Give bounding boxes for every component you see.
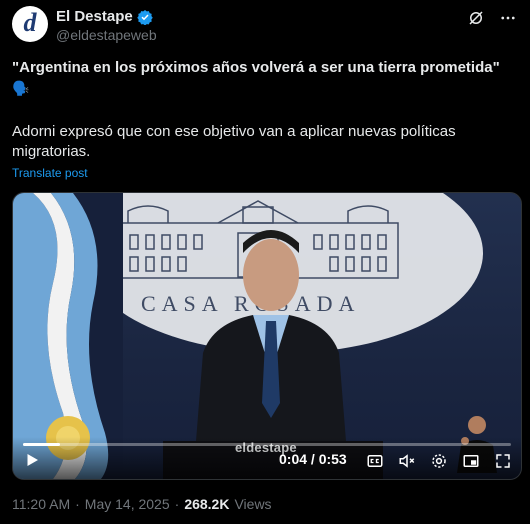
post-quote: "Argentina en los próximos años volverá … (12, 59, 500, 76)
play-icon[interactable] (23, 451, 41, 469)
author-display-name[interactable]: El Destape (56, 8, 133, 25)
more-icon[interactable] (498, 8, 518, 28)
author-name-row: El Destape (56, 8, 153, 25)
header-actions (466, 8, 518, 28)
settings-gear-icon[interactable] (429, 451, 449, 471)
video-time: 0:04 / 0:53 (279, 451, 347, 467)
avatar[interactable]: d (12, 6, 48, 42)
verified-badge-icon (136, 9, 153, 25)
video-progress-bar[interactable] (23, 443, 511, 446)
post-header: d El Destape @eldestapeweb (12, 6, 518, 46)
post-time[interactable]: 11:20 AM (12, 496, 70, 512)
speaking-head-emoji: 🗣️ (12, 80, 30, 96)
mute-icon[interactable] (397, 451, 417, 471)
video-player[interactable]: CASA ROSADA eldestape 0:04 / 0:53 (12, 192, 522, 480)
captions-icon[interactable] (365, 451, 385, 471)
post-meta: 11:20 AM · May 14, 2025 · 268.2K Views (12, 496, 272, 512)
post-body: Adorni expresó que con ese objetivo van … (12, 123, 456, 160)
translate-post-link[interactable]: Translate post (12, 166, 88, 180)
post-date[interactable]: May 14, 2025 (85, 496, 170, 512)
author-handle[interactable]: @eldestapeweb (56, 27, 157, 43)
picture-in-picture-icon[interactable] (461, 451, 481, 471)
fullscreen-icon[interactable] (493, 451, 513, 471)
video-control-icons (365, 451, 513, 471)
video-controls: 0:04 / 0:53 (13, 437, 521, 479)
avatar-logo-letter: d (23, 8, 37, 37)
video-progress-fill (23, 443, 60, 446)
meta-separator: · (75, 496, 80, 512)
views-label: Views (234, 496, 272, 512)
meta-separator-2: · (174, 496, 180, 512)
views-count: 268.2K (184, 496, 230, 512)
grok-icon[interactable] (466, 8, 486, 28)
